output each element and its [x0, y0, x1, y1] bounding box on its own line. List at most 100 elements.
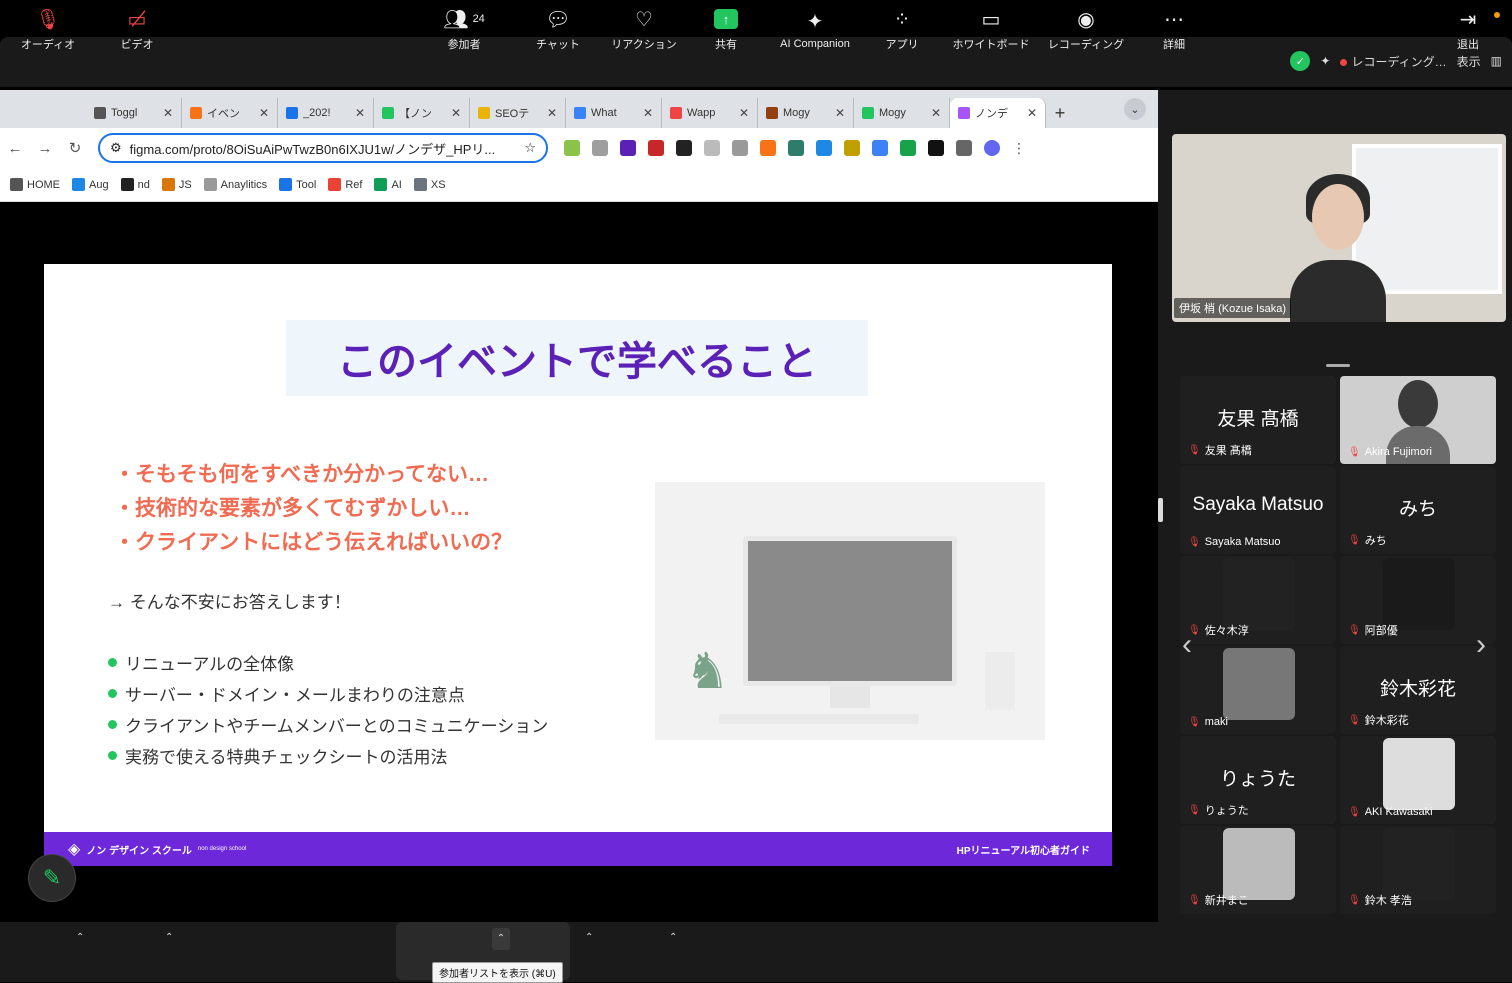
participant-display-name: みち: [1398, 499, 1437, 520]
puzzle-icon[interactable]: [956, 140, 972, 156]
participant-tile[interactable]: 🎙︎ maki: [1180, 646, 1336, 734]
profile-avatar[interactable]: [984, 140, 1000, 156]
close-icon[interactable]: ✕: [547, 106, 557, 120]
extension-icon[interactable]: [620, 140, 636, 156]
share-button[interactable]: ↑ 共有: [704, 0, 748, 60]
close-icon[interactable]: ✕: [451, 106, 461, 120]
leave-button[interactable]: ⇥ 退出: [1448, 0, 1488, 60]
split-handle[interactable]: [1158, 498, 1163, 522]
bullet-item: サーバー・ドメイン・メールまわりの注意点: [108, 681, 465, 706]
participant-tile[interactable]: りょうた 🎙︎ りょうた: [1180, 736, 1336, 824]
extension-icon[interactable]: [816, 140, 832, 156]
participant-tile[interactable]: 友果 髙橋 🎙︎ 友果 髙橋: [1180, 376, 1336, 464]
browser-tab[interactable]: What ✕: [566, 98, 662, 128]
ai-companion-button[interactable]: ✦ AI Companion: [770, 0, 860, 60]
site-info-icon[interactable]: ⚙: [110, 140, 122, 156]
participant-tile[interactable]: 🎙︎ 阿部優: [1340, 556, 1496, 644]
close-icon[interactable]: ✕: [1027, 106, 1037, 120]
browser-tab[interactable]: Mogy ✕: [854, 98, 950, 128]
recording-indicator[interactable]: レコーディング…: [1340, 53, 1447, 70]
star-icon[interactable]: ☆: [524, 140, 536, 156]
participant-tile[interactable]: 鈴木彩花 🎙︎ 鈴木彩花: [1340, 646, 1496, 734]
tab-search-icon[interactable]: ⌄: [1124, 98, 1146, 120]
close-icon[interactable]: ✕: [643, 106, 653, 120]
annotate-pencil-icon[interactable]: ✎: [28, 854, 76, 902]
browser-tab[interactable]: ノンデ ✕: [950, 98, 1046, 128]
more-button[interactable]: ⋯ 詳細: [1154, 0, 1194, 60]
reaction-caret-icon[interactable]: ⌃: [669, 932, 677, 943]
browser-tab[interactable]: 【ノン ✕: [374, 98, 470, 128]
extension-icon[interactable]: [704, 140, 720, 156]
drag-handle[interactable]: [1326, 364, 1350, 367]
bullet-item: リニューアルの全体像: [108, 650, 294, 675]
browser-tab[interactable]: イベン ✕: [182, 98, 278, 128]
bookmark-item[interactable]: nd: [120, 178, 150, 191]
video-caret-icon[interactable]: ⌃: [165, 932, 173, 943]
browser-tab[interactable]: Toggl ✕: [86, 98, 182, 128]
notion-icon[interactable]: [928, 140, 944, 156]
close-icon[interactable]: ✕: [835, 106, 845, 120]
address-bar[interactable]: ⚙ figma.com/proto/8OiSuAiPwTwzB0n6IXJU1w…: [98, 133, 548, 163]
participant-tile[interactable]: みち 🎙︎ みち: [1340, 466, 1496, 554]
audio-button[interactable]: 🎙︎ オーディオ: [18, 0, 78, 60]
extension-icon[interactable]: [592, 140, 608, 156]
browser-tab[interactable]: _202! ✕: [278, 98, 374, 128]
back-icon[interactable]: ←: [0, 140, 30, 157]
extension-icon[interactable]: [760, 140, 776, 156]
video-button[interactable]: ▭̸ ビデオ: [112, 0, 162, 60]
participant-tile[interactable]: 🎙︎ AKI Kawasaki: [1340, 736, 1496, 824]
chat-caret-icon[interactable]: ⌃: [585, 932, 593, 943]
participant-tile[interactable]: 🎙︎ 新井まこ: [1180, 826, 1336, 914]
participant-tile[interactable]: 🎙︎ Akira Fujimori: [1340, 376, 1496, 464]
reaction-button[interactable]: ♡ リアクション: [608, 0, 680, 60]
audio-caret-icon[interactable]: ⌃: [76, 932, 84, 943]
whiteboard-button[interactable]: ▭ ホワイトボード: [948, 0, 1034, 60]
chat-button[interactable]: 💬︎ チャット: [530, 0, 586, 60]
bookmark-item[interactable]: HOME: [10, 178, 60, 191]
bookmark-item[interactable]: JS: [161, 178, 192, 191]
extension-icon[interactable]: [788, 140, 804, 156]
participant-tile[interactable]: Sayaka Matsuo 🎙︎ Sayaka Matsuo: [1180, 466, 1336, 554]
browser-tab[interactable]: SEOテ ✕: [470, 98, 566, 128]
close-icon[interactable]: ✕: [259, 106, 269, 120]
bookmark-item[interactable]: AI: [374, 178, 402, 191]
apps-button[interactable]: ⁘ アプリ: [880, 0, 924, 60]
close-icon[interactable]: ✕: [931, 106, 941, 120]
sparkle-icon[interactable]: ✦: [1320, 54, 1330, 68]
browser-tab[interactable]: Wapp ✕: [662, 98, 758, 128]
browser-tab[interactable]: Mogy ✕: [758, 98, 854, 128]
extension-icon[interactable]: [900, 140, 916, 156]
participant-tile[interactable]: 🎙︎ 鈴木 孝浩: [1340, 826, 1496, 914]
participants-caret-icon[interactable]: ⌃: [492, 928, 510, 950]
close-icon[interactable]: ✕: [355, 106, 365, 120]
extension-icon[interactable]: [648, 140, 664, 156]
bookmark-item[interactable]: XS: [413, 178, 446, 191]
participant-name: 🎙︎ 鈴木彩花: [1348, 714, 1409, 728]
layout-icon[interactable]: ▥: [1491, 54, 1502, 68]
bookmark-item[interactable]: Anaylitics: [203, 178, 267, 191]
next-page-icon[interactable]: ›: [1476, 628, 1486, 662]
bookmark-item[interactable]: Tool: [279, 178, 316, 191]
forward-icon[interactable]: →: [30, 140, 60, 157]
participants-button[interactable]: 👥︎ 24 参加者: [436, 0, 492, 60]
close-icon[interactable]: ✕: [163, 106, 173, 120]
new-tab-icon[interactable]: +: [1046, 98, 1074, 128]
slide-title-box: このイベントで学べること: [286, 320, 868, 396]
menu-icon[interactable]: ⋮: [1012, 140, 1028, 156]
prev-page-icon[interactable]: ‹: [1182, 628, 1192, 662]
bookmark-item[interactable]: Aug: [72, 178, 109, 191]
speaker-video[interactable]: 伊坂 梢 (Kozue Isaka): [1172, 134, 1506, 322]
close-icon[interactable]: ✕: [739, 106, 749, 120]
reload-icon[interactable]: ↻: [60, 139, 90, 157]
extension-icon[interactable]: [872, 140, 888, 156]
leave-icon: ⇥: [1459, 8, 1477, 31]
desk-photo: ♞: [655, 482, 1045, 740]
recording-button[interactable]: ◉ レコーディング: [1044, 0, 1128, 60]
participant-tile[interactable]: 🎙︎ 佐々木淳: [1180, 556, 1336, 644]
extension-icon[interactable]: [732, 140, 748, 156]
shield-icon[interactable]: ✓: [1290, 51, 1311, 71]
extension-icon[interactable]: [564, 140, 580, 156]
extension-icon[interactable]: [844, 140, 860, 156]
bookmark-item[interactable]: Ref: [328, 178, 362, 191]
extension-icon[interactable]: [676, 140, 692, 156]
